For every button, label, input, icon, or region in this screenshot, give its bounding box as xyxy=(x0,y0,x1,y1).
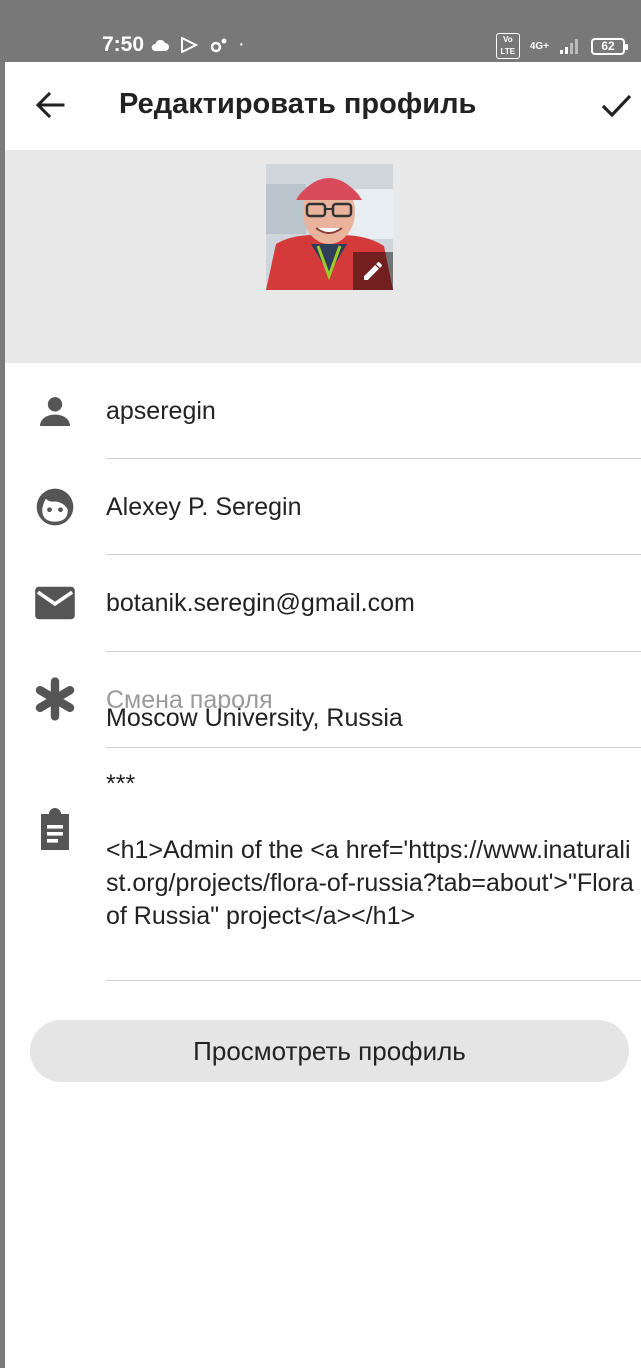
status-bar: 7:50 · Vo LTE 4G+ 62 xyxy=(0,0,641,62)
play-store-icon xyxy=(181,36,198,53)
arrow-back-icon[interactable] xyxy=(33,88,67,122)
edit-profile-screen: Редактировать профиль apseregin Alexey P… xyxy=(5,62,641,1368)
face-icon xyxy=(33,485,77,529)
username-field[interactable]: apseregin xyxy=(106,397,216,426)
settings-icon xyxy=(210,38,227,52)
check-icon[interactable] xyxy=(599,88,633,122)
page-title: Редактировать профиль xyxy=(119,88,477,120)
profile-photo-area xyxy=(5,151,641,363)
cloud-icon xyxy=(151,39,169,51)
app-bar: Редактировать профиль xyxy=(5,62,641,151)
edit-photo-button[interactable] xyxy=(353,252,393,290)
volte-icon: Vo LTE xyxy=(495,33,520,59)
avatar[interactable] xyxy=(266,164,393,290)
email-field[interactable]: botanik.seregin@gmail.com xyxy=(106,589,415,618)
battery-icon: 62 xyxy=(591,37,628,55)
divider xyxy=(106,980,641,981)
clipboard-icon xyxy=(33,808,77,852)
status-notification-icons: · xyxy=(150,33,245,56)
mail-icon xyxy=(33,581,77,625)
status-system-icons: Vo LTE 4G+ 62 xyxy=(495,33,628,59)
person-icon xyxy=(33,389,77,433)
view-profile-button[interactable]: Просмотреть профиль xyxy=(30,1020,629,1082)
status-time: 7:50 xyxy=(102,33,145,56)
dot-icon: · xyxy=(238,33,245,55)
full-name-field[interactable]: Alexey P. Seregin xyxy=(106,493,302,522)
signal-icon xyxy=(560,39,578,54)
email-row: botanik.seregin@gmail.com xyxy=(5,555,641,652)
bio-field[interactable]: Moscow University, Russia *** <h1>Admin … xyxy=(106,702,636,933)
name-row: Alexey P. Seregin xyxy=(5,459,641,555)
asterisk-icon xyxy=(33,677,77,721)
pencil-icon xyxy=(364,262,382,280)
network-label: 4G+ xyxy=(529,40,549,52)
username-row: apseregin xyxy=(5,363,641,459)
